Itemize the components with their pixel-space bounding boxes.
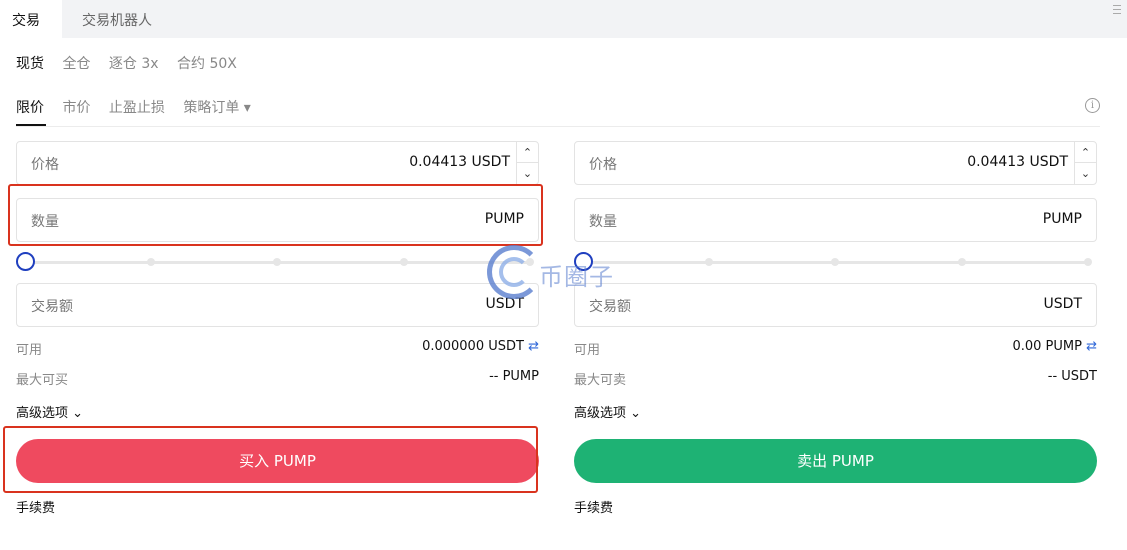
buy-max-label: 最大可买 (16, 373, 69, 388)
buy-available-label: 可用 (16, 343, 43, 358)
slider-handle[interactable] (16, 252, 35, 271)
sell-amount-label: 数量 (589, 214, 617, 230)
sell-panel: 价格 0.04413 USDT ⌃ ⌄ 数量 PUMP 交易额 USDT 可用 … (574, 0, 1098, 550)
watermark-text: 币圈子 (539, 263, 614, 291)
buy-price-field[interactable]: 价格 0.04413 USDT ⌃ ⌄ (16, 141, 539, 185)
sell-amount-slider[interactable] (574, 252, 1097, 272)
sell-available-label: 可用 (574, 343, 601, 358)
sell-fee-label[interactable]: 手续费 (574, 497, 613, 516)
sell-available-value: 0.00 PUMP (1012, 339, 1082, 354)
buy-price-label: 价格 (31, 157, 59, 173)
swap-icon[interactable]: ⇄ (528, 339, 539, 354)
buy-total-field[interactable]: 交易额 USDT (16, 283, 539, 327)
sell-price-label: 价格 (589, 157, 617, 173)
buy-amount-slider[interactable] (16, 252, 539, 272)
buy-total-label: 交易额 (31, 299, 73, 315)
advanced-label: 高级选项 (574, 406, 627, 421)
chevron-down-icon: ⌄ (630, 406, 642, 421)
sell-price-value[interactable]: 0.04413 USDT (967, 154, 1068, 170)
chevron-down-icon[interactable]: ⌄ (517, 163, 538, 184)
annotation-box-buy-button (3, 426, 538, 493)
menu-icon[interactable] (1113, 5, 1121, 17)
buy-price-value[interactable]: 0.04413 USDT (409, 154, 510, 170)
buy-available-value: 0.000000 USDT (422, 339, 524, 354)
sell-price-stepper[interactable]: ⌃ ⌄ (1074, 142, 1096, 184)
sell-max-label: 最大可卖 (574, 373, 627, 388)
watermark-logo: 币圈子 (487, 241, 637, 305)
buy-advanced-options[interactable]: 高级选项 ⌄ (16, 402, 83, 421)
swap-icon[interactable]: ⇄ (1086, 339, 1097, 354)
sell-button[interactable]: 卖出 PUMP (574, 439, 1097, 483)
chevron-up-icon[interactable]: ⌃ (1075, 142, 1096, 163)
chevron-down-icon: ⌄ (72, 406, 84, 421)
chevron-down-icon[interactable]: ⌄ (1075, 163, 1096, 184)
chevron-up-icon[interactable]: ⌃ (517, 142, 538, 163)
buy-fee-label[interactable]: 手续费 (16, 497, 55, 516)
sell-total-field[interactable]: 交易额 USDT (574, 283, 1097, 327)
sell-total-unit: USDT (1043, 296, 1082, 312)
buy-max-value: -- PUMP (489, 369, 539, 384)
buy-price-stepper[interactable]: ⌃ ⌄ (516, 142, 538, 184)
annotation-box-amount (8, 184, 543, 246)
advanced-label: 高级选项 (16, 406, 69, 421)
sell-max-value: -- USDT (1047, 369, 1097, 384)
sell-amount-field[interactable]: 数量 PUMP (574, 198, 1097, 242)
sell-price-field[interactable]: 价格 0.04413 USDT ⌃ ⌄ (574, 141, 1097, 185)
sell-amount-unit: PUMP (1042, 211, 1082, 227)
sell-advanced-options[interactable]: 高级选项 ⌄ (574, 402, 641, 421)
